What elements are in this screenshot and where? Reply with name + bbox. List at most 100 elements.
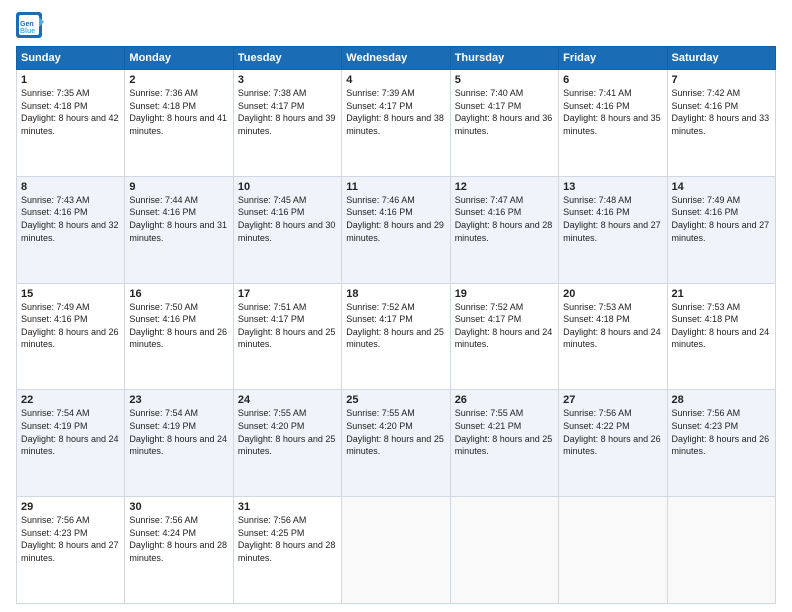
day-cell: 4Sunrise: 7:39 AMSunset: 4:17 PMDaylight… bbox=[342, 70, 450, 177]
day-cell: 5Sunrise: 7:40 AMSunset: 4:17 PMDaylight… bbox=[450, 70, 558, 177]
day-number: 28 bbox=[672, 394, 771, 406]
day-detail: Sunrise: 7:56 AMSunset: 4:23 PMDaylight:… bbox=[672, 407, 771, 457]
day-number: 19 bbox=[455, 288, 554, 300]
day-cell: 11Sunrise: 7:46 AMSunset: 4:16 PMDayligh… bbox=[342, 176, 450, 283]
day-number: 29 bbox=[21, 501, 120, 513]
day-detail: Sunrise: 7:53 AMSunset: 4:18 PMDaylight:… bbox=[672, 301, 771, 351]
day-number: 1 bbox=[21, 74, 120, 86]
day-number: 11 bbox=[346, 181, 445, 193]
day-detail: Sunrise: 7:54 AMSunset: 4:19 PMDaylight:… bbox=[129, 407, 228, 457]
day-number: 31 bbox=[238, 501, 337, 513]
day-detail: Sunrise: 7:40 AMSunset: 4:17 PMDaylight:… bbox=[455, 87, 554, 137]
day-cell: 30Sunrise: 7:56 AMSunset: 4:24 PMDayligh… bbox=[125, 497, 233, 604]
day-detail: Sunrise: 7:41 AMSunset: 4:16 PMDaylight:… bbox=[563, 87, 662, 137]
day-number: 17 bbox=[238, 288, 337, 300]
day-cell: 14Sunrise: 7:49 AMSunset: 4:16 PMDayligh… bbox=[667, 176, 775, 283]
col-header-monday: Monday bbox=[125, 47, 233, 70]
day-detail: Sunrise: 7:35 AMSunset: 4:18 PMDaylight:… bbox=[21, 87, 120, 137]
col-header-saturday: Saturday bbox=[667, 47, 775, 70]
day-detail: Sunrise: 7:39 AMSunset: 4:17 PMDaylight:… bbox=[346, 87, 445, 137]
day-cell: 17Sunrise: 7:51 AMSunset: 4:17 PMDayligh… bbox=[233, 283, 341, 390]
day-cell: 8Sunrise: 7:43 AMSunset: 4:16 PMDaylight… bbox=[17, 176, 125, 283]
day-number: 2 bbox=[129, 74, 228, 86]
day-cell bbox=[342, 497, 450, 604]
day-number: 7 bbox=[672, 74, 771, 86]
day-detail: Sunrise: 7:47 AMSunset: 4:16 PMDaylight:… bbox=[455, 194, 554, 244]
day-number: 27 bbox=[563, 394, 662, 406]
day-cell: 9Sunrise: 7:44 AMSunset: 4:16 PMDaylight… bbox=[125, 176, 233, 283]
header: Gen Blue bbox=[16, 12, 776, 44]
day-number: 22 bbox=[21, 394, 120, 406]
day-detail: Sunrise: 7:43 AMSunset: 4:16 PMDaylight:… bbox=[21, 194, 120, 244]
day-number: 3 bbox=[238, 74, 337, 86]
col-header-thursday: Thursday bbox=[450, 47, 558, 70]
day-number: 14 bbox=[672, 181, 771, 193]
day-cell bbox=[559, 497, 667, 604]
day-detail: Sunrise: 7:55 AMSunset: 4:21 PMDaylight:… bbox=[455, 407, 554, 457]
week-row-3: 15Sunrise: 7:49 AMSunset: 4:16 PMDayligh… bbox=[17, 283, 776, 390]
day-number: 18 bbox=[346, 288, 445, 300]
day-cell: 19Sunrise: 7:52 AMSunset: 4:17 PMDayligh… bbox=[450, 283, 558, 390]
day-cell: 1Sunrise: 7:35 AMSunset: 4:18 PMDaylight… bbox=[17, 70, 125, 177]
day-cell: 2Sunrise: 7:36 AMSunset: 4:18 PMDaylight… bbox=[125, 70, 233, 177]
day-cell: 25Sunrise: 7:55 AMSunset: 4:20 PMDayligh… bbox=[342, 390, 450, 497]
day-detail: Sunrise: 7:46 AMSunset: 4:16 PMDaylight:… bbox=[346, 194, 445, 244]
day-cell bbox=[450, 497, 558, 604]
day-cell: 13Sunrise: 7:48 AMSunset: 4:16 PMDayligh… bbox=[559, 176, 667, 283]
day-cell: 28Sunrise: 7:56 AMSunset: 4:23 PMDayligh… bbox=[667, 390, 775, 497]
day-number: 12 bbox=[455, 181, 554, 193]
day-detail: Sunrise: 7:49 AMSunset: 4:16 PMDaylight:… bbox=[672, 194, 771, 244]
day-number: 20 bbox=[563, 288, 662, 300]
day-detail: Sunrise: 7:48 AMSunset: 4:16 PMDaylight:… bbox=[563, 194, 662, 244]
day-cell: 15Sunrise: 7:49 AMSunset: 4:16 PMDayligh… bbox=[17, 283, 125, 390]
day-cell: 18Sunrise: 7:52 AMSunset: 4:17 PMDayligh… bbox=[342, 283, 450, 390]
day-cell: 20Sunrise: 7:53 AMSunset: 4:18 PMDayligh… bbox=[559, 283, 667, 390]
day-detail: Sunrise: 7:49 AMSunset: 4:16 PMDaylight:… bbox=[21, 301, 120, 351]
logo: Gen Blue bbox=[16, 12, 48, 44]
day-number: 6 bbox=[563, 74, 662, 86]
day-cell bbox=[667, 497, 775, 604]
svg-text:Gen: Gen bbox=[20, 21, 34, 28]
day-detail: Sunrise: 7:50 AMSunset: 4:16 PMDaylight:… bbox=[129, 301, 228, 351]
day-number: 10 bbox=[238, 181, 337, 193]
day-cell: 21Sunrise: 7:53 AMSunset: 4:18 PMDayligh… bbox=[667, 283, 775, 390]
day-cell: 24Sunrise: 7:55 AMSunset: 4:20 PMDayligh… bbox=[233, 390, 341, 497]
day-cell: 26Sunrise: 7:55 AMSunset: 4:21 PMDayligh… bbox=[450, 390, 558, 497]
day-detail: Sunrise: 7:56 AMSunset: 4:25 PMDaylight:… bbox=[238, 514, 337, 564]
day-number: 25 bbox=[346, 394, 445, 406]
week-row-1: 1Sunrise: 7:35 AMSunset: 4:18 PMDaylight… bbox=[17, 70, 776, 177]
day-detail: Sunrise: 7:55 AMSunset: 4:20 PMDaylight:… bbox=[346, 407, 445, 457]
day-detail: Sunrise: 7:55 AMSunset: 4:20 PMDaylight:… bbox=[238, 407, 337, 457]
day-cell: 31Sunrise: 7:56 AMSunset: 4:25 PMDayligh… bbox=[233, 497, 341, 604]
day-number: 8 bbox=[21, 181, 120, 193]
calendar: SundayMondayTuesdayWednesdayThursdayFrid… bbox=[16, 46, 776, 604]
col-header-sunday: Sunday bbox=[17, 47, 125, 70]
col-header-wednesday: Wednesday bbox=[342, 47, 450, 70]
day-number: 15 bbox=[21, 288, 120, 300]
day-number: 23 bbox=[129, 394, 228, 406]
day-number: 24 bbox=[238, 394, 337, 406]
day-detail: Sunrise: 7:36 AMSunset: 4:18 PMDaylight:… bbox=[129, 87, 228, 137]
day-number: 9 bbox=[129, 181, 228, 193]
day-cell: 6Sunrise: 7:41 AMSunset: 4:16 PMDaylight… bbox=[559, 70, 667, 177]
day-detail: Sunrise: 7:51 AMSunset: 4:17 PMDaylight:… bbox=[238, 301, 337, 351]
day-detail: Sunrise: 7:53 AMSunset: 4:18 PMDaylight:… bbox=[563, 301, 662, 351]
day-detail: Sunrise: 7:54 AMSunset: 4:19 PMDaylight:… bbox=[21, 407, 120, 457]
day-number: 16 bbox=[129, 288, 228, 300]
col-header-friday: Friday bbox=[559, 47, 667, 70]
day-detail: Sunrise: 7:38 AMSunset: 4:17 PMDaylight:… bbox=[238, 87, 337, 137]
header-row: SundayMondayTuesdayWednesdayThursdayFrid… bbox=[17, 47, 776, 70]
day-detail: Sunrise: 7:45 AMSunset: 4:16 PMDaylight:… bbox=[238, 194, 337, 244]
day-detail: Sunrise: 7:56 AMSunset: 4:24 PMDaylight:… bbox=[129, 514, 228, 564]
day-number: 30 bbox=[129, 501, 228, 513]
calendar-header: SundayMondayTuesdayWednesdayThursdayFrid… bbox=[17, 47, 776, 70]
day-cell: 7Sunrise: 7:42 AMSunset: 4:16 PMDaylight… bbox=[667, 70, 775, 177]
day-cell: 3Sunrise: 7:38 AMSunset: 4:17 PMDaylight… bbox=[233, 70, 341, 177]
col-header-tuesday: Tuesday bbox=[233, 47, 341, 70]
day-cell: 27Sunrise: 7:56 AMSunset: 4:22 PMDayligh… bbox=[559, 390, 667, 497]
day-detail: Sunrise: 7:52 AMSunset: 4:17 PMDaylight:… bbox=[455, 301, 554, 351]
day-detail: Sunrise: 7:42 AMSunset: 4:16 PMDaylight:… bbox=[672, 87, 771, 137]
logo-icon: Gen Blue bbox=[16, 12, 44, 44]
page: Gen Blue SundayMondayTuesdayWednesdayThu… bbox=[0, 0, 792, 612]
day-detail: Sunrise: 7:52 AMSunset: 4:17 PMDaylight:… bbox=[346, 301, 445, 351]
